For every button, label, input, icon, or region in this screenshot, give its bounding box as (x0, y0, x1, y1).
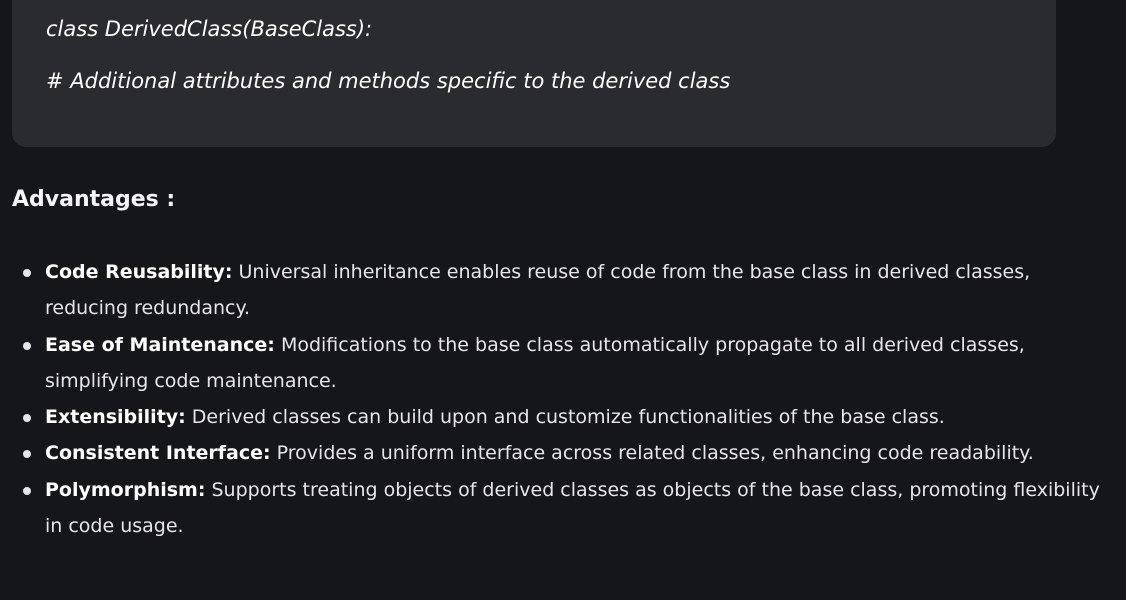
list-item-extensibility: Extensibility: Derived classes can build… (0, 399, 1100, 435)
bullet-icon (23, 341, 31, 350)
advantage-description: Derived classes can build upon and custo… (185, 406, 945, 429)
list-item-polymorphism: Polymorphism: Supports treating objects … (0, 472, 1100, 545)
advantages-list: Code Reusability: Universal inheritance … (0, 254, 1100, 544)
advantages-heading: Advantages : (12, 187, 176, 212)
advantage-term: Code Reusability: (45, 261, 233, 283)
code-line-comment: # Additional attributes and methods spec… (46, 69, 731, 93)
advantage-description: Provides a uniform interface across rela… (270, 442, 1034, 465)
bullet-icon (23, 450, 31, 459)
list-item-consistent-interface: Consistent Interface: Provides a uniform… (0, 435, 1100, 471)
bullet-icon (23, 486, 31, 495)
bullet-icon (23, 414, 31, 423)
list-item-code-reusability: Code Reusability: Universal inheritance … (0, 254, 1100, 327)
list-item-ease-of-maintenance: Ease of Maintenance: Modifications to th… (0, 327, 1100, 400)
advantage-term: Consistent Interface: (45, 442, 271, 465)
advantage-term: Extensibility: (45, 406, 186, 429)
code-block: class DerivedClass(BaseClass): # Additio… (12, 0, 1056, 147)
advantage-term: Polymorphism: (45, 478, 206, 501)
bullet-icon (23, 269, 31, 277)
advantage-term: Ease of Maintenance: (45, 333, 275, 356)
code-line-class-declaration: class DerivedClass(BaseClass): (46, 17, 373, 41)
